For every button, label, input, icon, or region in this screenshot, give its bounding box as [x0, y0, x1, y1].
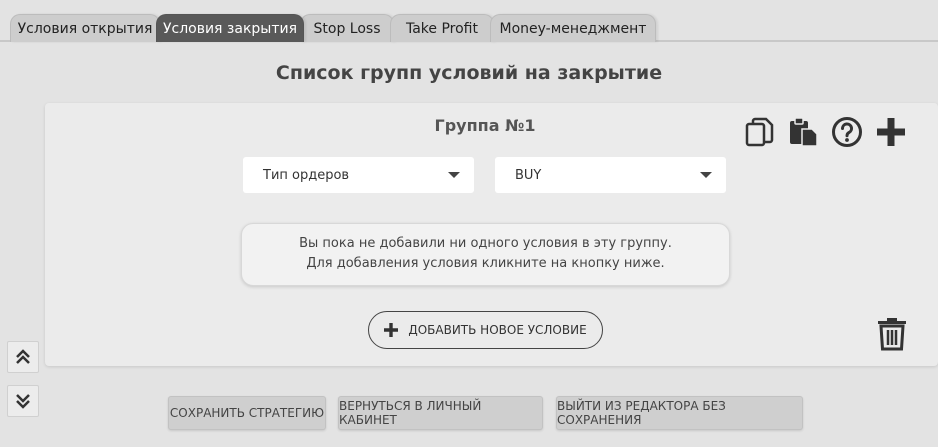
- scroll-down-button[interactable]: [7, 385, 39, 417]
- help-icon[interactable]: [830, 115, 864, 149]
- scroll-up-button[interactable]: [7, 341, 39, 373]
- tab-money-management[interactable]: Money-менеджмент: [490, 14, 656, 42]
- empty-group-notice: Вы пока не добавили ни одного условия в …: [241, 223, 730, 286]
- save-strategy-button[interactable]: СОХРАНИТЬ СТРАТЕГИЮ: [168, 396, 326, 430]
- condition-group-card: Группа №1 Тип ордеров BUY Вы пока не доб…: [45, 103, 938, 366]
- tab-take-profit[interactable]: Take Profit: [390, 14, 494, 42]
- order-type-select[interactable]: Тип ордеров: [243, 157, 474, 193]
- order-type-value: Тип ордеров: [263, 167, 350, 183]
- notice-line-1: Вы пока не добавили ни одного условия в …: [299, 236, 672, 251]
- double-chevron-up-icon: [16, 349, 30, 364]
- add-condition-button[interactable]: ДОБАВИТЬ НОВОЕ УСЛОВИЕ: [368, 311, 603, 349]
- chevron-down-icon: [448, 172, 460, 178]
- paste-icon[interactable]: [786, 115, 820, 149]
- chevron-down-icon: [700, 172, 712, 178]
- tab-stop-loss[interactable]: Stop Loss: [300, 14, 394, 42]
- add-condition-label: ДОБАВИТЬ НОВОЕ УСЛОВИЕ: [408, 323, 587, 337]
- tab-open-conditions[interactable]: Условия открытия: [10, 14, 160, 42]
- tab-bar: Условия открытия Условия закрытия Stop L…: [0, 0, 938, 42]
- trash-icon[interactable]: [876, 315, 908, 351]
- copy-icon[interactable]: [742, 115, 776, 149]
- back-to-account-button[interactable]: ВЕРНУТЬСЯ В ЛИЧНЫЙ КАБИНЕТ: [338, 396, 543, 430]
- direction-value: BUY: [515, 167, 542, 183]
- notice-line-2: Для добавления условия кликните на кнопк…: [306, 256, 665, 271]
- direction-select[interactable]: BUY: [495, 157, 726, 193]
- group-toolbar: [742, 115, 908, 149]
- double-chevron-down-icon: [16, 394, 30, 409]
- plus-icon[interactable]: [874, 115, 908, 149]
- plus-icon: [384, 323, 399, 337]
- tab-close-conditions[interactable]: Условия закрытия: [156, 14, 304, 42]
- page-title: Список групп условий на закрытие: [275, 62, 663, 84]
- exit-without-saving-button[interactable]: ВЫЙТИ ИЗ РЕДАКТОРА БЕЗ СОХРАНЕНИЯ: [556, 396, 803, 430]
